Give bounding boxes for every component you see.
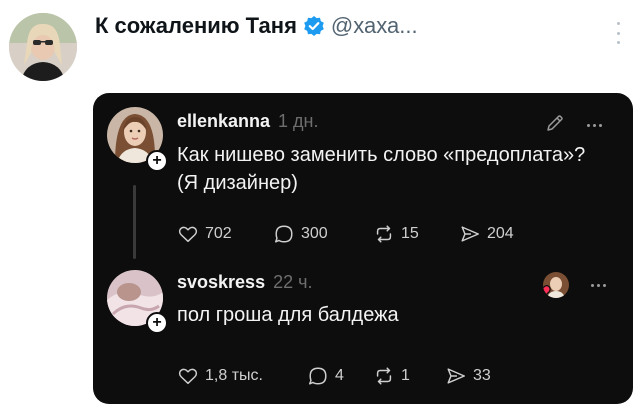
share-button[interactable]: 204 (459, 223, 514, 245)
like-count: 1,8 тыс. (205, 367, 263, 384)
liked-by-author-icon[interactable] (543, 272, 569, 298)
post-actions: 702 300 15 204 (177, 223, 514, 245)
edit-pencil-icon[interactable] (545, 113, 565, 138)
author-handle[interactable]: @хаха... (331, 13, 418, 39)
post-text-line: (Я дизайнер) (177, 172, 298, 194)
thread-post: + ellenkanna 1 дн. Как нишево заменить с… (93, 93, 633, 259)
author-avatar[interactable] (9, 13, 77, 81)
verified-badge-icon (303, 15, 325, 37)
post-username[interactable]: ellenkanna (177, 111, 270, 132)
post-time: 1 дн. (278, 111, 319, 131)
like-button[interactable]: 702 (177, 223, 273, 245)
post-actions: 1,8 тыс. 4 1 33 (177, 365, 491, 387)
share-count: 33 (473, 367, 491, 384)
share-count: 204 (487, 225, 514, 242)
tweet-header: К сожалению Таня @хаха... (95, 11, 418, 41)
like-count: 702 (205, 225, 232, 242)
reply-count: 4 (335, 367, 344, 384)
reply-button[interactable]: 300 (273, 223, 373, 245)
post-text-line: Как нишево заменить слово «предоплата»? (177, 144, 586, 166)
follow-plus-icon[interactable]: + (146, 312, 168, 334)
repost-icon (376, 367, 392, 385)
post-text: Как нишево заменить слово «предоплата»? … (177, 141, 617, 197)
share-button[interactable]: 33 (445, 365, 491, 387)
reply-bubble-icon (275, 225, 293, 243)
thread-line (133, 185, 136, 259)
heart-icon (178, 368, 198, 385)
send-icon (461, 226, 479, 242)
repost-count: 1 (401, 367, 410, 384)
reply-count: 300 (301, 225, 328, 242)
more-dots-icon[interactable] (591, 283, 606, 287)
post-text: пол гроша для балдежа (177, 301, 617, 329)
post-text-line: пол гроша для балдежа (177, 304, 399, 326)
post-time: 22 ч. (273, 272, 313, 292)
post-username[interactable]: svoskress (177, 272, 265, 293)
like-button[interactable]: 1,8 тыс. (177, 365, 307, 387)
repost-button[interactable]: 15 (373, 223, 459, 245)
follow-plus-icon[interactable]: + (146, 150, 168, 172)
more-dots-icon[interactable] (587, 124, 602, 127)
heart-icon (178, 226, 198, 243)
embedded-screenshot[interactable]: + ellenkanna 1 дн. Как нишево заменить с… (93, 93, 633, 404)
repost-count: 15 (401, 225, 419, 242)
reply-bubble-icon (309, 367, 327, 385)
tweet-more-icon[interactable] (615, 22, 621, 44)
thread-post: + svoskress 22 ч. пол гроша для балдежа (93, 258, 633, 404)
send-icon (447, 368, 465, 384)
repost-button[interactable]: 1 (373, 365, 445, 387)
reply-button[interactable]: 4 (307, 365, 373, 387)
repost-icon (376, 225, 392, 243)
author-name[interactable]: К сожалению Таня (95, 13, 297, 39)
